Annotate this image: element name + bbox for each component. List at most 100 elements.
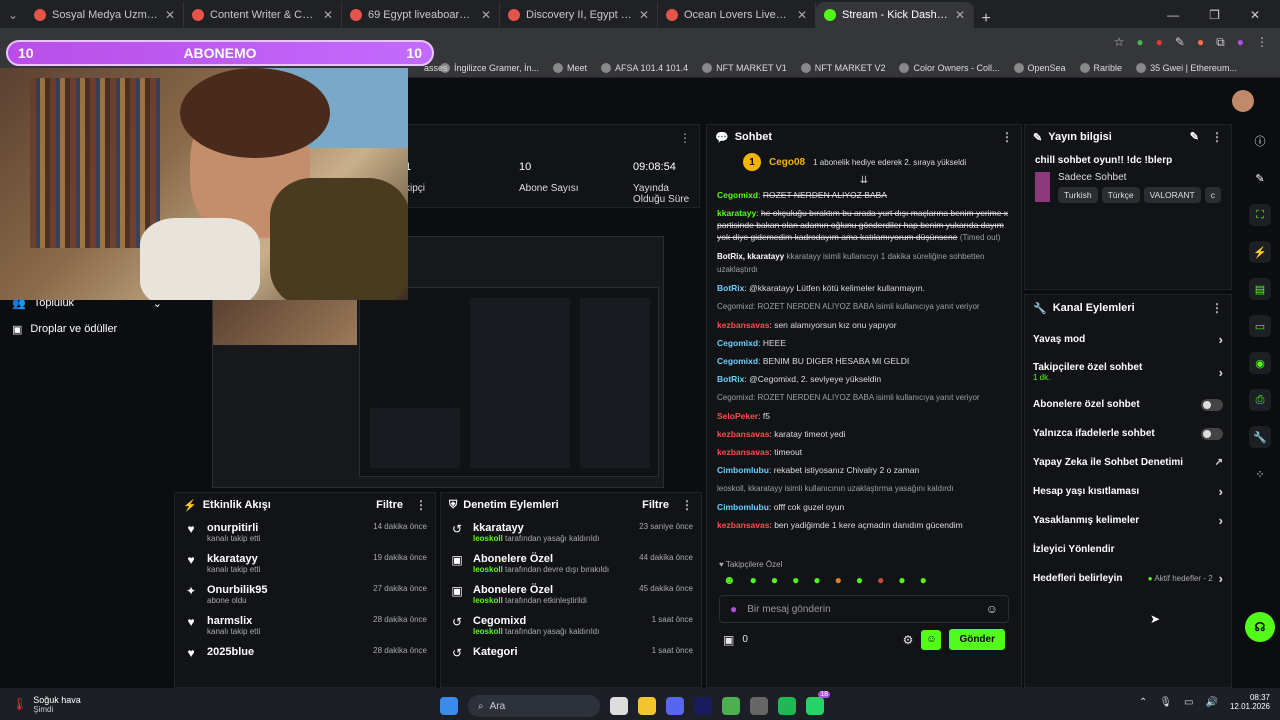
- bookmark-item[interactable]: Color Owners - Coll...: [899, 62, 1000, 73]
- emote-icon[interactable]: ●: [750, 573, 757, 587]
- moderation-item[interactable]: ▣ Abonelere Özel leoskoll tarafından etkin…: [441, 579, 701, 610]
- discord-icon[interactable]: [666, 697, 684, 715]
- browser-tab[interactable]: Discovery II, Egypt - LiveAboard ✕: [500, 2, 658, 28]
- bookmark-item[interactable]: İngilizce Gramer, İn...: [440, 62, 539, 73]
- chat-username[interactable]: kezbansavas: [717, 429, 769, 439]
- chat-system-message[interactable]: BotRix, kkaratayy kkaratayy isimli kulla…: [717, 247, 1011, 279]
- panel-menu-icon[interactable]: ⋮: [1211, 130, 1223, 144]
- clock[interactable]: 08:37 12.01.2026: [1230, 693, 1270, 711]
- steam-icon[interactable]: [750, 697, 768, 715]
- premiere-icon[interactable]: [694, 697, 712, 715]
- chevron-right-icon[interactable]: ›: [1219, 571, 1223, 586]
- bolt-icon[interactable]: ⚡: [1249, 241, 1271, 263]
- emote-icon[interactable]: ●: [898, 573, 905, 587]
- send-button[interactable]: Gönder: [949, 629, 1005, 650]
- stream-tag[interactable]: Turkish: [1058, 187, 1098, 203]
- settings-icon[interactable]: ⚙: [903, 633, 914, 647]
- user-avatar[interactable]: [1232, 90, 1254, 112]
- toggle-switch[interactable]: [1201, 427, 1223, 440]
- extension-icon[interactable]: ●: [1136, 35, 1143, 50]
- emote-icon[interactable]: ●: [920, 573, 927, 587]
- channel-action-item[interactable]: Yasaklanmış kelimeler ›: [1025, 506, 1231, 535]
- chat-message[interactable]: Cimbomlubu: rekabet istiyosanız Chivalry…: [717, 461, 1011, 479]
- emoji-icon[interactable]: ☺: [986, 602, 998, 616]
- chat-message[interactable]: kezbansavas: karatay timeot yedi: [717, 425, 1011, 443]
- emote-icon[interactable]: ●: [877, 573, 884, 587]
- close-tab-icon[interactable]: ✕: [797, 8, 807, 22]
- chat-message[interactable]: Cegomixd: ROZET NERDEN ALIYOZ BABA: [717, 186, 1011, 204]
- close-tab-icon[interactable]: ✕: [955, 8, 965, 22]
- chat-username[interactable]: kezbansavas: [717, 320, 769, 330]
- emote-icon[interactable]: ●: [856, 573, 863, 587]
- mic-icon[interactable]: ●: [730, 602, 737, 616]
- whatsapp-icon[interactable]: 18: [806, 691, 830, 715]
- panel-menu-icon[interactable]: ⋮: [415, 498, 427, 512]
- chat-system-message[interactable]: Cegomixd: ROZET NERDEN ALIYOZ BABA isiml…: [717, 297, 1011, 316]
- chat-username[interactable]: kkaratayy: [717, 208, 756, 218]
- emote-icon[interactable]: ●: [792, 573, 799, 587]
- chat-username[interactable]: SeloPeker: [717, 411, 758, 421]
- chat-message[interactable]: Cegomixd: BENIM BU DIGER HESABA MI GELDI: [717, 352, 1011, 370]
- drag-icon[interactable]: ⁘: [1249, 463, 1271, 485]
- close-tab-icon[interactable]: ✕: [639, 8, 649, 22]
- channel-action-item[interactable]: Abonelere özel sohbet: [1025, 390, 1231, 419]
- stream-tag[interactable]: c: [1204, 187, 1221, 203]
- bookmark-item[interactable]: 35 Gwei | Ethereum...: [1136, 62, 1237, 73]
- filter-button[interactable]: Filtre: [376, 499, 403, 511]
- chat-message[interactable]: kezbansavas: timeout: [717, 443, 1011, 461]
- chevron-right-icon[interactable]: ›: [1219, 365, 1223, 380]
- bookmark-star-icon[interactable]: ☆: [1114, 35, 1125, 50]
- channel-action-item[interactable]: Hesap yaşı kısıtlaması ›: [1025, 477, 1231, 506]
- close-tab-icon[interactable]: ✕: [165, 8, 175, 22]
- chat-message[interactable]: BotRix: @Cegomixd, 2. seviyeye yükseldin: [717, 370, 1011, 388]
- chat-system-message[interactable]: leoskoll, kkaratayy isimli kullanıcının …: [717, 479, 1011, 498]
- pen-icon[interactable]: ✎: [1175, 35, 1185, 50]
- chat-username[interactable]: Cimbomlubu: [717, 502, 769, 512]
- chat-username[interactable]: BotRix: [717, 374, 744, 384]
- minimize-icon[interactable]: —: [1167, 8, 1179, 22]
- browser-tab[interactable]: Sosyal Medya Uzmanı Aranıyor ✕: [26, 2, 184, 28]
- restore-icon[interactable]: ❐: [1209, 8, 1220, 22]
- activity-item[interactable]: ♥ harmslix kanalı takip etti 28 dakika önce: [175, 610, 435, 641]
- moderation-item[interactable]: ▣ Abonelere Özel leoskoll tarafından devre…: [441, 548, 701, 579]
- activity-item[interactable]: ✦ Onurbilik95 abone oldu 27 dakika önce: [175, 579, 435, 610]
- extension-icon[interactable]: ●: [1197, 35, 1204, 50]
- display-icon[interactable]: ▭: [1184, 697, 1193, 708]
- chat-input[interactable]: ● Bir mesaj gönderin ☺: [719, 595, 1009, 623]
- filter-button[interactable]: Filtre: [642, 499, 669, 511]
- activity-item[interactable]: ♥ kkaratayy kanalı takip etti 19 dakika önc…: [175, 548, 435, 579]
- chat-message[interactable]: kezbansavas: ben yadiğimde 1 kere açmadı…: [717, 516, 1011, 534]
- bookmark-item[interactable]: OpenSea: [1013, 62, 1066, 73]
- bookmark-item[interactable]: Rarible: [1079, 62, 1122, 73]
- chevron-right-icon[interactable]: ›: [1219, 513, 1223, 528]
- chrome-icon[interactable]: [722, 697, 740, 715]
- moderation-item[interactable]: ↺ Kategori 1 saat önce: [441, 641, 701, 665]
- panel-menu-icon[interactable]: ⋮: [679, 131, 691, 145]
- chat-username[interactable]: Cegomixd: [717, 338, 758, 348]
- chat-username[interactable]: kezbansavas: [717, 520, 769, 530]
- browser-tab[interactable]: Content Writer & Community ✕: [184, 2, 342, 28]
- toggle-switch[interactable]: [1201, 398, 1223, 411]
- print-icon[interactable]: ⎙: [1249, 389, 1271, 411]
- task-view-icon[interactable]: [610, 697, 628, 715]
- panel-menu-icon[interactable]: ⋮: [1001, 130, 1013, 144]
- chat-message[interactable]: kezbansavas: sen alamıyorsun kız onu yap…: [717, 316, 1011, 334]
- external-link-icon[interactable]: ↗: [1215, 457, 1223, 468]
- chat-message[interactable]: SeloPeker: f5: [717, 407, 1011, 425]
- info-icon[interactable]: ⓘ: [1249, 130, 1271, 152]
- chat-message[interactable]: Cimbomlubu: offf cok guzel oyun: [717, 498, 1011, 516]
- tray-arrow-icon[interactable]: ⌃: [1139, 697, 1147, 708]
- channel-action-item[interactable]: Hedefleri belirleyin ● Aktif hedefler - 2…: [1025, 564, 1231, 593]
- file-explorer-icon[interactable]: [638, 697, 656, 715]
- nav-item-drops[interactable]: ▣ Droplar ve ödüller: [12, 321, 162, 337]
- taskbar-search[interactable]: ⌕ Ara: [468, 695, 600, 717]
- chevron-right-icon[interactable]: ›: [1219, 332, 1223, 347]
- kick-emote-icon[interactable]: ☺: [921, 629, 942, 650]
- chevron-right-icon[interactable]: ›: [1219, 484, 1223, 499]
- panel-menu-icon[interactable]: ⋮: [1211, 301, 1223, 315]
- close-tab-icon[interactable]: ✕: [323, 8, 333, 22]
- document-icon[interactable]: ▤: [1249, 278, 1271, 300]
- gift-icon[interactable]: ▣: [723, 633, 734, 647]
- emote-icon[interactable]: ●: [813, 573, 820, 587]
- chat-username[interactable]: Cimbomlubu: [717, 465, 769, 475]
